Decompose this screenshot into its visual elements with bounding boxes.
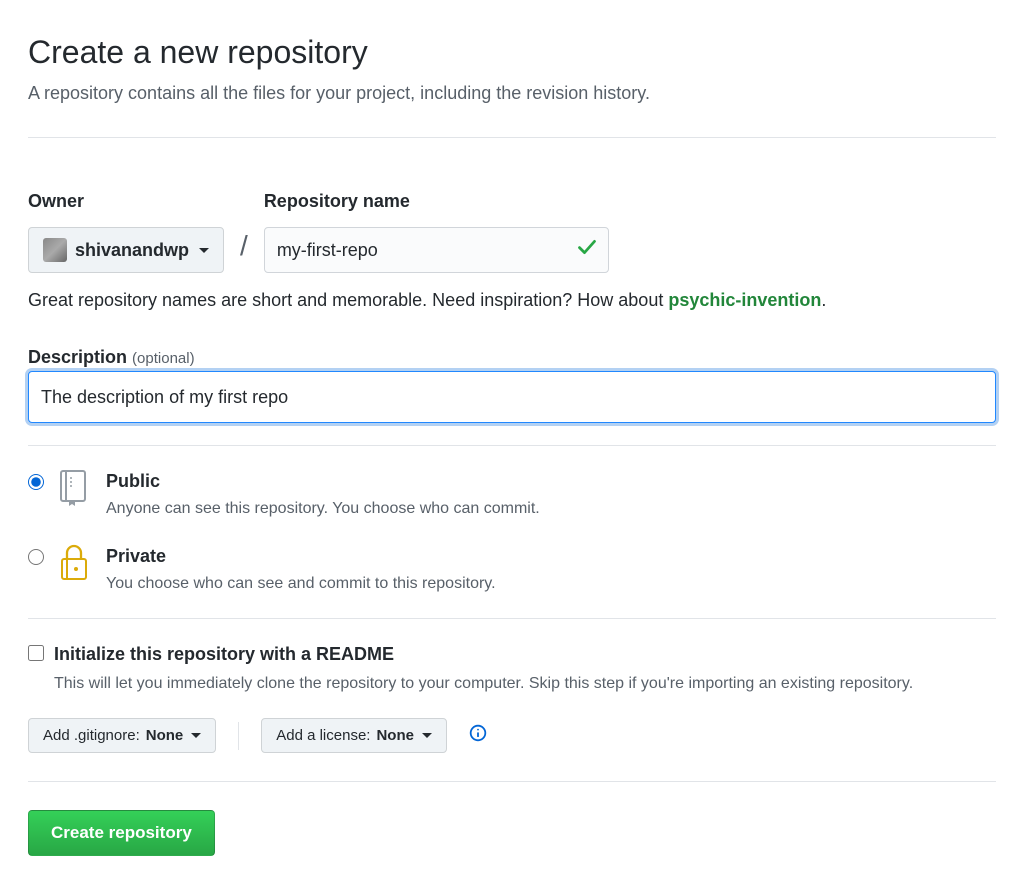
private-radio[interactable]	[28, 549, 44, 565]
name-hint: Great repository names are short and mem…	[28, 287, 996, 314]
visibility-private-option[interactable]: Private You choose who can see and commi…	[28, 543, 996, 596]
private-title: Private	[106, 543, 496, 570]
vertical-separator	[238, 722, 239, 750]
license-value: None	[376, 727, 414, 744]
info-icon[interactable]	[469, 724, 487, 748]
gitignore-dropdown[interactable]: Add .gitignore: None	[28, 718, 216, 753]
hint-suffix: .	[821, 290, 826, 310]
caret-down-icon	[191, 733, 201, 738]
page-title: Create a new repository	[28, 28, 996, 76]
repo-name-input[interactable]	[264, 227, 609, 273]
repo-name-label: Repository name	[264, 188, 609, 215]
checkmark-icon	[577, 237, 597, 263]
lock-icon	[58, 543, 92, 587]
owner-label: Owner	[28, 188, 224, 215]
private-desc: You choose who can see and commit to thi…	[106, 572, 496, 596]
description-input[interactable]	[28, 371, 996, 423]
readme-checkbox[interactable]	[28, 645, 44, 661]
create-repository-button[interactable]: Create repository	[28, 810, 215, 856]
public-title: Public	[106, 468, 540, 495]
license-label: Add a license:	[276, 727, 370, 744]
owner-dropdown[interactable]: shivanandwp	[28, 227, 224, 273]
public-radio[interactable]	[28, 474, 44, 490]
public-desc: Anyone can see this repository. You choo…	[106, 497, 540, 521]
caret-down-icon	[422, 733, 432, 738]
slash-separator: /	[240, 225, 248, 273]
description-label: Description (optional)	[28, 347, 195, 367]
gitignore-label: Add .gitignore:	[43, 727, 140, 744]
repo-public-icon	[58, 468, 92, 512]
license-dropdown[interactable]: Add a license: None	[261, 718, 447, 753]
visibility-public-option[interactable]: Public Anyone can see this repository. Y…	[28, 468, 996, 521]
divider	[28, 137, 996, 138]
readme-desc: This will let you immediately clone the …	[54, 672, 996, 696]
caret-down-icon	[199, 248, 209, 253]
suggestion-link[interactable]: psychic-invention	[668, 290, 821, 310]
owner-username: shivanandwp	[75, 240, 189, 261]
gitignore-value: None	[146, 727, 184, 744]
avatar	[43, 238, 67, 262]
readme-title: Initialize this repository with a README	[54, 641, 394, 668]
page-subtitle: A repository contains all the files for …	[28, 80, 996, 107]
hint-prefix: Great repository names are short and mem…	[28, 290, 668, 310]
optional-hint: (optional)	[132, 350, 195, 367]
